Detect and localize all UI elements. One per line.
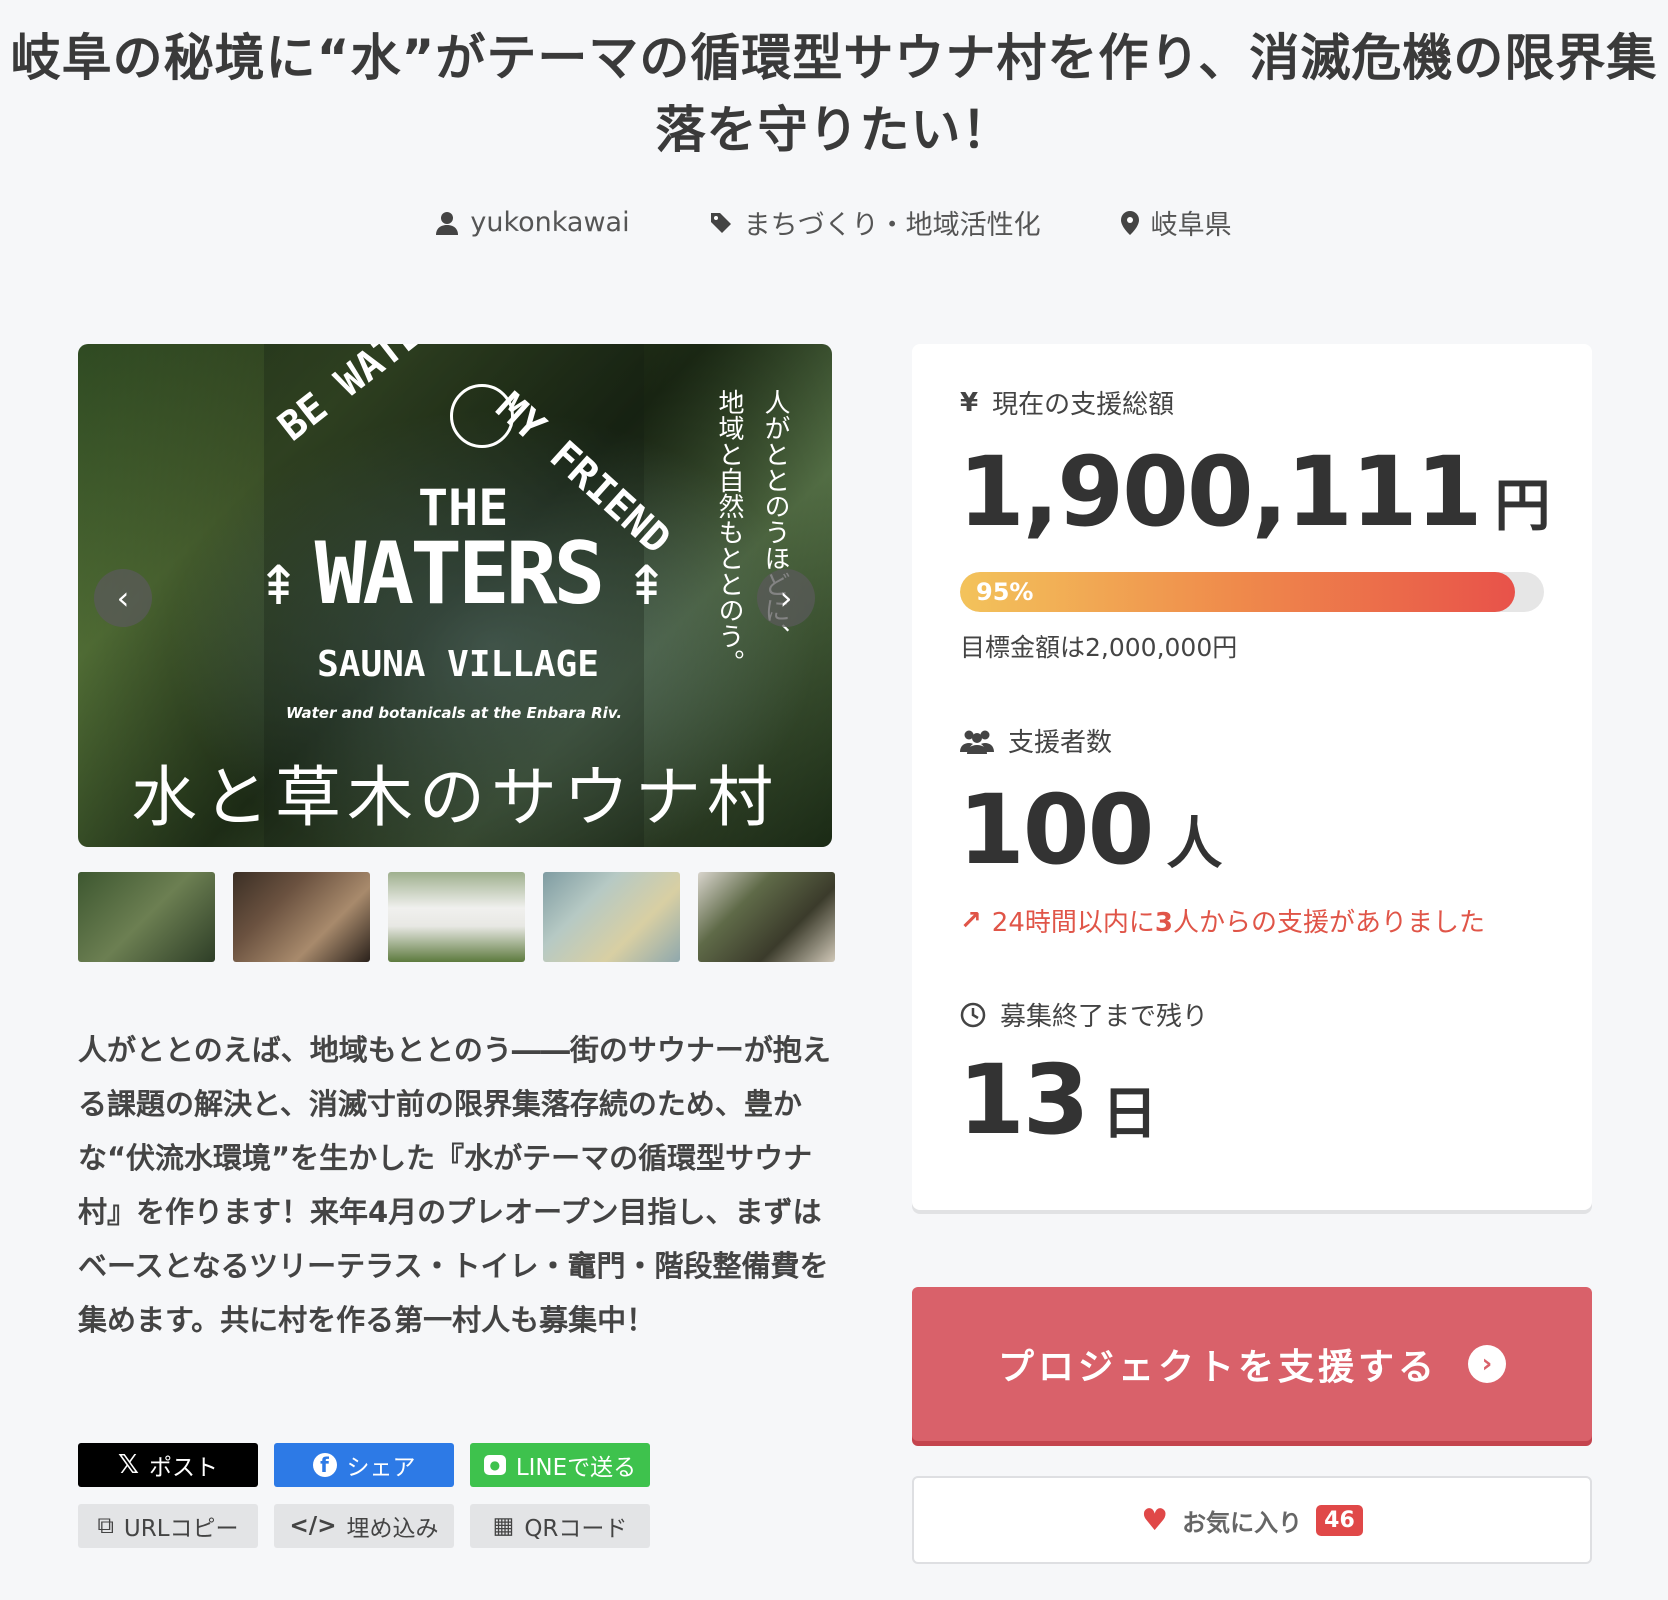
supporters-value-row: 100 人 bbox=[958, 774, 1222, 886]
clock-icon bbox=[960, 1002, 986, 1027]
author-name: yukonkawai bbox=[470, 207, 630, 238]
facebook-icon: f bbox=[312, 1453, 337, 1477]
title-line-1: 岐阜の秘境に“水”がテーマの循環型サウナ村を作り、消滅危機の限界集 bbox=[10, 29, 1658, 87]
amount-value-row: 1,900,111 円 bbox=[958, 436, 1551, 548]
logo-waters: WATERS bbox=[314, 524, 606, 624]
facebook-share-button[interactable]: f シェア bbox=[274, 1443, 454, 1487]
line-icon: ● bbox=[483, 1455, 506, 1475]
goal-amount: 目標金額は2,000,000円 bbox=[960, 633, 1238, 662]
x-icon: 𝕏 bbox=[118, 1450, 139, 1480]
hero-image[interactable]: BE WATER MY FRIEND THE WATERS ⇞ ⇞ SAUNA … bbox=[78, 344, 832, 847]
remaining-unit: 日 bbox=[1101, 1082, 1158, 1147]
url-copy-button[interactable]: ⧉ URLコピー bbox=[78, 1504, 258, 1548]
carousel-prev-button[interactable]: ‹ bbox=[94, 569, 152, 627]
favorite-label: お気に入り bbox=[1182, 1508, 1303, 1537]
location-name: 岐阜県 bbox=[1150, 210, 1232, 241]
thumbnail-4[interactable] bbox=[543, 872, 680, 962]
progress-bar: 95% bbox=[960, 572, 1544, 612]
remaining-label: 募集終了まで残り bbox=[1000, 1002, 1209, 1032]
trend-suffix: 人からの支援がありました bbox=[1172, 908, 1485, 938]
share-row-2: ⧉ URLコピー </> 埋め込み ▦ QRコード bbox=[78, 1504, 650, 1548]
chevron-right-icon: › bbox=[1468, 1345, 1506, 1383]
favorite-count: 46 bbox=[1316, 1504, 1363, 1536]
project-description: 人がととのえば、地域もととのう――街のサウナーが抱える課題の解決と、消滅寸前の限… bbox=[78, 1033, 831, 1337]
code-icon: </> bbox=[289, 1513, 337, 1539]
url-copy-label: URLコピー bbox=[123, 1516, 239, 1542]
embed-label: 埋め込み bbox=[346, 1516, 439, 1542]
heart-icon: ♥ bbox=[1141, 1502, 1169, 1538]
thumbnail-strip bbox=[78, 872, 835, 962]
thumbnail-5[interactable] bbox=[698, 872, 835, 962]
category-name: まちづくり・地域活性化 bbox=[743, 210, 1041, 241]
vertical-caption-2: 地域と自然もととのう。 bbox=[714, 389, 744, 675]
remaining-value-row: 13 日 bbox=[958, 1044, 1158, 1156]
project-meta: yukonkawai まちづくり・地域活性化 岐阜県 bbox=[0, 203, 1668, 242]
support-project-button[interactable]: プロジェクトを支援する › bbox=[912, 1287, 1592, 1441]
tree-icon: ⇞ bbox=[624, 554, 670, 617]
remaining-label-row: 募集終了まで残り bbox=[960, 996, 1208, 1033]
remaining-value: 13 bbox=[958, 1044, 1090, 1156]
post-x-label: ポスト bbox=[148, 1455, 218, 1481]
hero-main-caption: 水と草木のサウナ村 bbox=[131, 759, 779, 836]
favorite-button[interactable]: ♥ お気に入り 46 bbox=[912, 1476, 1592, 1564]
post-x-button[interactable]: 𝕏 ポスト bbox=[78, 1443, 258, 1487]
amount-label: 現在の支援総額 bbox=[992, 390, 1175, 420]
supporters-unit: 人 bbox=[1166, 812, 1223, 877]
supporters-value: 100 bbox=[958, 774, 1154, 886]
author-link[interactable]: yukonkawai bbox=[436, 203, 630, 242]
thumbnail-3[interactable] bbox=[388, 872, 525, 962]
qr-code-button[interactable]: ▦ QRコード bbox=[470, 1504, 650, 1548]
thumbnail-2[interactable] bbox=[233, 872, 370, 962]
progress-fill: 95% bbox=[960, 572, 1515, 612]
tag-icon bbox=[710, 212, 731, 233]
line-share-label: LINEで送る bbox=[515, 1455, 637, 1481]
supporters-label: 支援者数 bbox=[1008, 728, 1113, 758]
supporters-label-row: 支援者数 bbox=[960, 722, 1112, 759]
tree-icon: ⇞ bbox=[256, 554, 302, 617]
funding-stats-card: ¥ 現在の支援総額 1,900,111 円 95% 目標金額は2,000,000円… bbox=[912, 344, 1592, 1210]
line-share-button[interactable]: ● LINEで送る bbox=[470, 1443, 650, 1487]
embed-button[interactable]: </> 埋め込み bbox=[274, 1504, 454, 1548]
trend-count: 3 bbox=[1154, 908, 1173, 938]
logo-subtitle: Water and botanicals at the Enbara Riv. bbox=[285, 704, 623, 722]
thumbnail-1[interactable] bbox=[78, 872, 215, 962]
support-project-label: プロジェクトを支援する bbox=[997, 1347, 1438, 1388]
trend-prefix: 24時間以内に bbox=[991, 908, 1155, 938]
trending-up-icon: ↗ bbox=[960, 905, 982, 936]
users-icon bbox=[960, 730, 994, 754]
amount-unit: 円 bbox=[1494, 474, 1551, 539]
title-line-2: 落を守りたい！ bbox=[655, 101, 1013, 159]
logo-village: SAUNA VILLAGE bbox=[317, 644, 599, 685]
share-row-1: 𝕏 ポスト f シェア ● LINEで送る bbox=[78, 1443, 650, 1487]
map-pin-icon bbox=[1120, 210, 1139, 235]
facebook-share-label: シェア bbox=[346, 1455, 416, 1481]
amount-label-row: ¥ 現在の支援総額 bbox=[960, 384, 1174, 421]
qr-code-label: QRコード bbox=[524, 1516, 628, 1542]
recent-support-note: ↗ 24時間以内に3人からの支援がありました bbox=[960, 902, 1485, 939]
copy-icon: ⧉ bbox=[97, 1513, 114, 1539]
yen-icon: ¥ bbox=[960, 387, 979, 418]
progress-label: 95% bbox=[976, 578, 1034, 606]
user-icon bbox=[436, 211, 459, 235]
amount-value: 1,900,111 bbox=[958, 436, 1483, 548]
location-link[interactable]: 岐阜県 bbox=[1120, 203, 1232, 242]
page-title: 岐阜の秘境に“水”がテーマの循環型サウナ村を作り、消滅危機の限界集 落を守りたい… bbox=[0, 22, 1668, 166]
category-link[interactable]: まちづくり・地域活性化 bbox=[710, 203, 1041, 242]
qr-icon: ▦ bbox=[492, 1513, 515, 1539]
carousel-next-button[interactable]: › bbox=[757, 569, 815, 627]
